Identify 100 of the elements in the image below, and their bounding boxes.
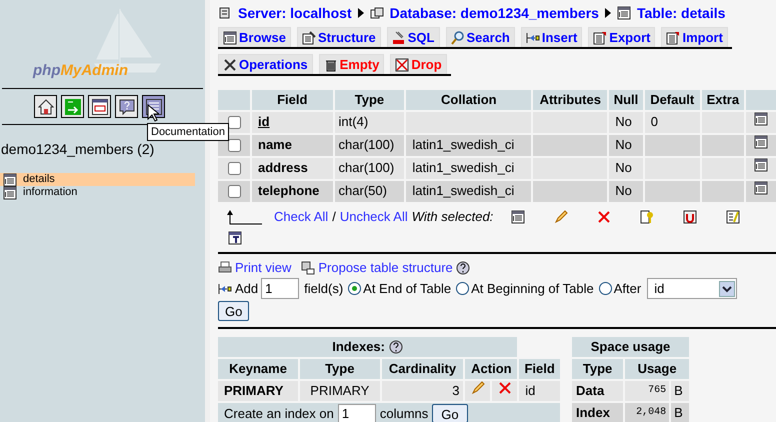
column-header: Type [300,358,380,378]
table-cell [644,158,700,178]
delete-icon [498,380,512,395]
database-name[interactable]: demo1234_members (2) [1,139,205,160]
tab[interactable]: Insert [520,27,582,47]
separator-arrow-icon [358,8,364,18]
nav-button[interactable] [88,95,111,118]
browse-button[interactable] [754,135,768,150]
bulk-action-button[interactable] [726,210,740,224]
radio-label[interactable]: After [614,278,642,298]
table-cell [702,180,744,202]
table-icon [754,112,768,126]
radio-button[interactable] [348,282,362,295]
table-cell: B [671,380,689,400]
separator-arrow-icon [604,8,611,18]
fulltext-icon [228,230,242,244]
after-field-select[interactable]: id [647,278,738,299]
table-icon [754,135,768,150]
column-header: Extra [702,90,744,110]
table-cell: 3 [382,380,464,400]
breadcrumb-link[interactable]: Server: localhost [238,2,352,24]
table-icon [511,210,526,224]
table-cell: latin1_swedish_ci [406,180,532,202]
radio-label[interactable]: At End of Table [363,278,452,298]
table-cell: B [671,402,689,422]
field-count-input[interactable]: 1 [261,278,300,299]
mouse-cursor-icon [147,104,159,122]
row-checkbox[interactable] [228,116,240,130]
propose-structure-link[interactable]: Propose table structure [318,258,453,278]
table-cell: int(4) [334,112,404,132]
create-index-label: Create an index on [224,404,334,422]
tab[interactable]: Structure [296,27,381,47]
column-header: Type [334,90,404,110]
table-cell: char(50) [334,180,404,202]
tab[interactable]: Import [661,27,728,47]
bulk-action-button[interactable] [228,230,242,244]
table-cell: latin1_swedish_ci [406,134,532,156]
browse-button[interactable] [754,112,768,126]
table-cell: Data [572,380,624,400]
table-cell: PRIMARY [300,380,380,400]
breadcrumb-link[interactable]: Table: details [636,2,726,24]
table-cell: 765 [625,380,670,400]
tab[interactable]: SQL [386,27,440,47]
unique-icon [683,210,698,224]
key-icon [640,210,654,224]
radio-label[interactable]: At Beginning of Table [471,278,594,298]
table-header [746,90,776,110]
bulk-action-button[interactable] [640,210,654,224]
column-header: Attributes [533,90,608,110]
table-cell: 2,048 [625,402,670,422]
table-link[interactable]: details [0,173,195,186]
bulk-action-button[interactable] [511,210,526,224]
crossed-table-icon [395,58,410,72]
field-name: name [252,134,333,156]
check-all-link[interactable]: Check All [274,206,328,226]
tab[interactable]: Browse [218,27,291,47]
help-icon [389,340,403,354]
table-cell: latin1_swedish_ci [406,158,532,178]
column-header: Type [572,358,624,378]
pencil-icon [470,380,485,395]
tooltip: Documentation [147,123,229,141]
nav-button[interactable] [34,95,57,118]
table-cell: 0 [644,112,700,132]
go-button[interactable]: Go [432,404,468,422]
row-checkbox[interactable] [228,139,240,152]
radio-button[interactable] [598,282,612,295]
trash-icon [324,58,338,72]
uncheck-all-link[interactable]: Uncheck All [340,206,408,226]
table-icon [223,30,237,44]
columns-label: columns [380,404,428,422]
add-label: Add [235,280,258,298]
indexes-title: Indexes: [332,338,385,356]
bulk-action-button[interactable] [683,210,698,224]
tab[interactable]: Operations [218,54,313,74]
home-icon [38,98,54,114]
go-button[interactable]: Go [218,300,250,320]
column-header: Collation [406,90,532,110]
help-icon [118,98,134,114]
breadcrumb-link[interactable]: Database: demo1234_members [390,2,599,24]
table-link[interactable]: information [0,186,195,199]
radio-button[interactable] [456,282,470,295]
tab[interactable]: Export [588,27,656,47]
table-header [218,90,250,110]
browse-button[interactable] [754,158,768,172]
delete-button[interactable] [498,380,512,395]
column-header: Default [644,90,700,110]
column-count-input[interactable]: 1 [338,404,376,422]
table-cell: No [609,134,643,156]
browse-button[interactable] [754,181,768,196]
insert-arrow-icon [218,282,232,296]
nav-button[interactable] [61,95,84,118]
row-checkbox[interactable] [228,162,240,176]
insert-arrow-icon [526,30,540,44]
row-checkbox[interactable] [228,185,240,198]
edit-button[interactable] [470,380,485,395]
print-view-link[interactable]: Print view [235,258,292,278]
tab[interactable]: Search [446,27,515,47]
column-header: Keyname [218,358,298,378]
nav-button[interactable] [115,95,138,118]
field-name: address [252,158,333,178]
